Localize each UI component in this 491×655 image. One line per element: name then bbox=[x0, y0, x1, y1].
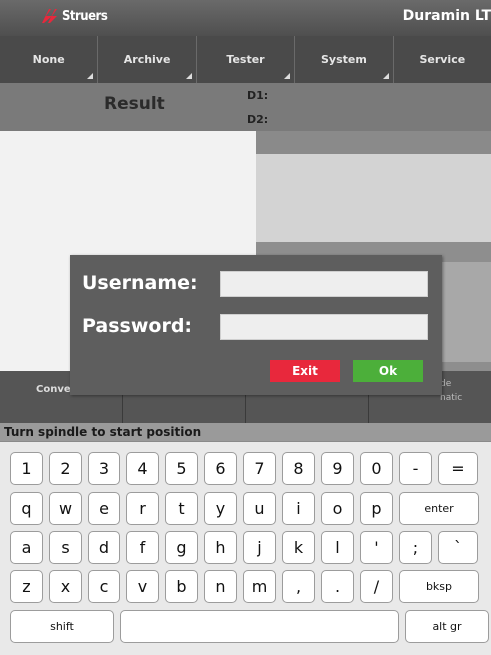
info-panel bbox=[256, 154, 491, 242]
username-label: Username: bbox=[82, 272, 198, 294]
struers-logo: Struers bbox=[40, 8, 108, 24]
menu-archive[interactable]: Archive bbox=[98, 36, 197, 83]
key-i[interactable]: i bbox=[282, 492, 315, 525]
key-n[interactable]: n bbox=[204, 570, 237, 603]
side-panel bbox=[442, 262, 491, 362]
key-5[interactable]: 5 bbox=[165, 452, 198, 485]
key-h[interactable]: h bbox=[204, 531, 237, 564]
conversion-label: Conve bbox=[36, 384, 71, 395]
key-space[interactable] bbox=[120, 610, 399, 643]
mode-label-line2: natic bbox=[440, 393, 463, 403]
key-t[interactable]: t bbox=[165, 492, 198, 525]
key-8[interactable]: 8 bbox=[282, 452, 315, 485]
menu-label: System bbox=[321, 53, 367, 66]
key-comma[interactable]: , bbox=[282, 570, 315, 603]
key-b[interactable]: b bbox=[165, 570, 198, 603]
mode-label-line1: de bbox=[440, 379, 452, 389]
key-semicolon[interactable]: ; bbox=[399, 531, 432, 564]
key-g[interactable]: g bbox=[165, 531, 198, 564]
password-label: Password: bbox=[82, 315, 193, 337]
key-z[interactable]: z bbox=[10, 570, 43, 603]
key-7[interactable]: 7 bbox=[243, 452, 276, 485]
key-equals[interactable]: = bbox=[438, 452, 478, 485]
ok-button[interactable]: Ok bbox=[353, 360, 423, 382]
key-altgr[interactable]: alt gr bbox=[405, 610, 489, 643]
key-4[interactable]: 4 bbox=[126, 452, 159, 485]
key-x[interactable]: x bbox=[49, 570, 82, 603]
status-bar: Turn spindle to start position bbox=[0, 423, 491, 441]
logo-text: Struers bbox=[62, 8, 108, 24]
key-apostrophe[interactable]: ' bbox=[360, 531, 393, 564]
status-text: Turn spindle to start position bbox=[4, 425, 202, 439]
key-p[interactable]: p bbox=[360, 492, 393, 525]
key-2[interactable]: 2 bbox=[49, 452, 82, 485]
key-c[interactable]: c bbox=[88, 570, 120, 603]
key-u[interactable]: u bbox=[243, 492, 276, 525]
menu-system[interactable]: System bbox=[295, 36, 394, 83]
menu-service[interactable]: Service bbox=[394, 36, 491, 83]
key-r[interactable]: r bbox=[126, 492, 159, 525]
key-k[interactable]: k bbox=[282, 531, 315, 564]
password-input[interactable] bbox=[220, 314, 428, 340]
on-screen-keyboard: 1 2 3 4 5 6 7 8 9 0- = q w e r t y u i o p enter a s d f g h j k l '; ` z… bbox=[0, 442, 491, 655]
key-w[interactable]: w bbox=[49, 492, 82, 525]
key-enter[interactable]: enter bbox=[399, 492, 479, 525]
exit-button[interactable]: Exit bbox=[270, 360, 340, 382]
struers-logo-icon bbox=[42, 9, 57, 23]
key-o[interactable]: o bbox=[321, 492, 354, 525]
menu-label: Archive bbox=[123, 53, 171, 66]
key-a[interactable]: a bbox=[10, 531, 43, 564]
d2-label: D2: bbox=[247, 113, 269, 126]
key-q[interactable]: q bbox=[10, 492, 43, 525]
key-period[interactable]: . bbox=[321, 570, 354, 603]
mode-label: de natic bbox=[440, 377, 462, 405]
main-menu: None Archive Tester System Service bbox=[0, 36, 491, 83]
key-m[interactable]: m bbox=[243, 570, 276, 603]
menu-tester[interactable]: Tester bbox=[197, 36, 296, 83]
key-3[interactable]: 3 bbox=[88, 452, 120, 485]
dropdown-corner-icon bbox=[185, 73, 192, 79]
key-v[interactable]: v bbox=[126, 570, 159, 603]
menu-none[interactable]: None bbox=[0, 36, 99, 83]
key-slash[interactable]: / bbox=[360, 570, 393, 603]
key-1[interactable]: 1 bbox=[10, 452, 43, 485]
key-f[interactable]: f bbox=[126, 531, 159, 564]
dropdown-corner-icon bbox=[382, 73, 389, 79]
login-dialog: Username: Password: Exit Ok bbox=[70, 255, 442, 395]
key-0[interactable]: 0 bbox=[360, 452, 393, 485]
key-6[interactable]: 6 bbox=[204, 452, 237, 485]
key-l[interactable]: l bbox=[321, 531, 354, 564]
key-y[interactable]: y bbox=[204, 492, 237, 525]
key-e[interactable]: e bbox=[88, 492, 120, 525]
result-bar bbox=[0, 83, 491, 131]
key-bksp[interactable]: bksp bbox=[399, 570, 479, 603]
key-backtick[interactable]: ` bbox=[438, 531, 478, 564]
key-shift[interactable]: shift bbox=[10, 610, 114, 643]
key-9[interactable]: 9 bbox=[321, 452, 354, 485]
menu-label: Service bbox=[419, 53, 466, 66]
d1-label: D1: bbox=[247, 89, 269, 102]
device-name: Duramin LT bbox=[402, 8, 491, 24]
menu-label: None bbox=[32, 53, 65, 66]
dropdown-corner-icon bbox=[87, 73, 94, 79]
dropdown-corner-icon bbox=[284, 73, 291, 79]
key-d[interactable]: d bbox=[88, 531, 120, 564]
key-s[interactable]: s bbox=[49, 531, 82, 564]
key-j[interactable]: j bbox=[243, 531, 276, 564]
username-input[interactable] bbox=[220, 271, 428, 297]
key-minus[interactable]: - bbox=[399, 452, 432, 485]
menu-label: Tester bbox=[226, 53, 265, 66]
result-title: Result bbox=[104, 94, 165, 114]
